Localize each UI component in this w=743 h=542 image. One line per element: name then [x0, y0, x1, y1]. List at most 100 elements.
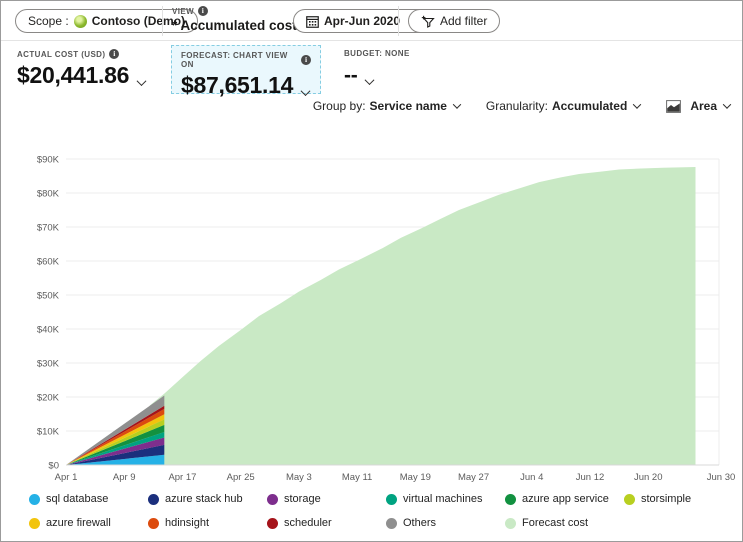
add-filter-button[interactable]: Add filter — [408, 9, 500, 33]
y-axis-label: $70K — [37, 223, 60, 234]
legend-item-others[interactable]: Others — [386, 517, 505, 529]
budget-dropdown[interactable]: -- — [344, 64, 410, 88]
date-range-value: Apr-Jun 2020 — [324, 14, 400, 28]
info-icon[interactable]: i — [198, 6, 208, 16]
y-axis-label: $60K — [37, 257, 60, 268]
accumulated-cost-area-chart[interactable]: $0 $10K $20K $30K $40K $50K $60K $70K $80K $90K Ap… — [1, 123, 743, 483]
chart-legend: sql database azure stack hub storage virtua… — [29, 487, 736, 535]
x-axis-label: May 19 — [400, 472, 431, 483]
view-value: * Accumulated costs — [172, 18, 304, 33]
legend-item-sql-database[interactable]: sql database — [29, 493, 148, 505]
calendar-icon — [306, 15, 319, 28]
legend-color-dot — [505, 518, 516, 529]
add-filter-label: Add filter — [440, 14, 487, 28]
forecast-label: FORECAST: CHART VIEW ON — [181, 51, 297, 69]
actual-cost-dropdown[interactable]: $20,441.86 — [17, 62, 145, 89]
granularity-value: Accumulated — [552, 99, 627, 113]
budget-kpi: BUDGET: NONE -- — [344, 49, 410, 88]
legend-item-storage[interactable]: storage — [267, 493, 386, 505]
info-icon[interactable]: i — [109, 49, 119, 59]
x-axis-label: Jun 12 — [576, 472, 605, 483]
legend-color-dot — [148, 494, 159, 505]
chart-type-selector[interactable]: Area — [666, 99, 730, 113]
x-axis-label: May 11 — [342, 472, 372, 483]
granularity-selector[interactable]: Granularity: Accumulated — [486, 99, 640, 113]
scope-selector[interactable]: Scope : Contoso (Demo) — [15, 9, 198, 33]
actual-cost-kpi: ACTUAL COST (USD) i $20,441.86 — [17, 49, 145, 89]
chevron-down-icon — [633, 100, 641, 108]
forecast-cost-kpi: FORECAST: CHART VIEW ON i $87,651.14 — [171, 45, 321, 94]
x-axis-label: Jun 4 — [520, 472, 543, 483]
legend-color-dot — [29, 494, 40, 505]
legend-label: hdinsight — [165, 517, 209, 529]
x-axis-label: Apr 17 — [168, 472, 196, 483]
add-filter-icon — [421, 14, 435, 28]
legend-item-azure-firewall[interactable]: azure firewall — [29, 517, 148, 529]
chevron-down-icon — [365, 75, 375, 85]
legend-color-dot — [29, 518, 40, 529]
x-axis-label: Apr 1 — [55, 472, 78, 483]
actual-cost-value: $20,441.86 — [17, 62, 129, 89]
forecast-dropdown[interactable]: $87,651.14 — [181, 72, 311, 99]
legend-color-dot — [148, 518, 159, 529]
legend-label: azure stack hub — [165, 493, 243, 505]
toolbar: Scope : Contoso (Demo) VIEW i * Accumula… — [1, 1, 742, 41]
y-axis-label: $30K — [37, 359, 60, 370]
legend-label: storsimple — [641, 493, 691, 505]
y-axis-label: $0 — [48, 461, 59, 472]
legend-label: scheduler — [284, 517, 332, 529]
y-axis-label: $40K — [37, 325, 60, 336]
legend-color-dot — [267, 518, 278, 529]
toolbar-divider — [398, 6, 399, 36]
legend-item-storsimple[interactable]: storsimple — [624, 493, 743, 505]
y-axis-label: $80K — [37, 189, 60, 200]
y-axis-label: $20K — [37, 393, 60, 404]
chart-controls: Group by: Service name Granularity: Accu… — [313, 99, 730, 113]
forecast-area[interactable] — [150, 167, 696, 465]
group-by-selector[interactable]: Group by: Service name — [313, 99, 460, 113]
legend-label: Others — [403, 517, 436, 529]
x-axis-label: Jun 20 — [634, 472, 663, 483]
forecast-value: $87,651.14 — [181, 72, 293, 99]
y-axis-label: $90K — [37, 155, 60, 166]
area-chart-icon — [666, 100, 681, 113]
chevron-down-icon — [453, 100, 461, 108]
legend-label: azure firewall — [46, 517, 111, 529]
legend-item-azure-app-service[interactable]: azure app service — [505, 493, 624, 505]
group-by-label: Group by: — [313, 99, 366, 113]
y-axis-label: $10K — [37, 427, 60, 438]
legend-label: sql database — [46, 493, 108, 505]
legend-item-forecast-cost[interactable]: Forecast cost — [505, 517, 624, 529]
x-axis-label: May 27 — [458, 472, 489, 483]
x-axis-label: Apr 25 — [227, 472, 255, 483]
chevron-down-icon — [723, 100, 731, 108]
legend-item-azure-stack-hub[interactable]: azure stack hub — [148, 493, 267, 505]
toolbar-divider — [162, 6, 163, 36]
cost-chart[interactable]: $0 $10K $20K $30K $40K $50K $60K $70K $80K $90K Ap… — [1, 123, 743, 483]
contoso-logo-icon — [74, 15, 87, 28]
budget-value: -- — [344, 64, 357, 88]
actual-cost-label: ACTUAL COST (USD) — [17, 50, 105, 59]
info-icon[interactable]: i — [301, 55, 311, 65]
legend-color-dot — [505, 494, 516, 505]
chevron-down-icon — [301, 86, 311, 96]
legend-item-virtual-machines[interactable]: virtual machines — [386, 493, 505, 505]
view-label: VIEW — [172, 7, 194, 16]
legend-color-dot — [267, 494, 278, 505]
legend-label: Forecast cost — [522, 517, 588, 529]
legend-label: storage — [284, 493, 321, 505]
x-axis-label: Jun 30 — [707, 472, 736, 483]
legend-color-dot — [386, 518, 397, 529]
legend-color-dot — [624, 494, 635, 505]
scope-label: Scope : — [28, 14, 69, 28]
y-axis-label: $50K — [37, 291, 60, 302]
x-axis-label: Apr 9 — [113, 472, 136, 483]
granularity-label: Granularity: — [486, 99, 548, 113]
chart-type-value: Area — [690, 99, 717, 113]
legend-item-hdinsight[interactable]: hdinsight — [148, 517, 267, 529]
x-axis-label: May 3 — [286, 472, 312, 483]
chevron-down-icon — [137, 76, 147, 86]
legend-label: azure app service — [522, 493, 609, 505]
budget-label: BUDGET: NONE — [344, 49, 410, 58]
legend-item-scheduler[interactable]: scheduler — [267, 517, 386, 529]
